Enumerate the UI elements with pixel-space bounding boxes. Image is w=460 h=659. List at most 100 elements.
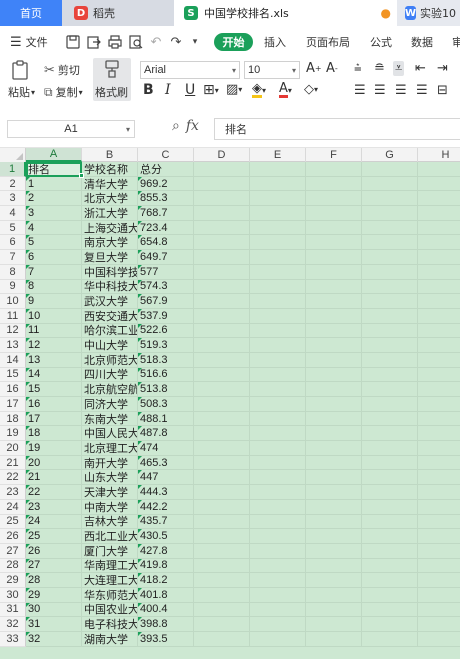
cell-b[interactable]: 西安交通大学 (82, 308, 138, 324)
row-header[interactable]: 3 (0, 191, 26, 207)
cell-c[interactable]: 398.8 (138, 617, 194, 632)
tab-review[interactable]: 审 (452, 26, 460, 58)
empty-cell[interactable] (418, 221, 460, 236)
cell-a[interactable]: 3 (26, 206, 82, 221)
cell-a[interactable]: 17 (26, 411, 82, 427)
empty-cell[interactable] (250, 220, 306, 236)
empty-cell[interactable] (250, 352, 306, 368)
empty-cell[interactable] (306, 543, 362, 559)
empty-cell[interactable] (418, 353, 460, 368)
cell-a[interactable]: 24 (26, 514, 82, 530)
empty-cell[interactable] (418, 235, 460, 251)
empty-cell[interactable] (362, 176, 418, 192)
empty-cell[interactable] (194, 573, 250, 588)
cell-c[interactable]: 537.9 (138, 308, 194, 324)
empty-cell[interactable] (418, 544, 460, 559)
empty-cell[interactable] (418, 632, 460, 647)
formula-input[interactable]: 排名 (214, 118, 460, 140)
cell-a[interactable]: 21 (26, 470, 82, 486)
cell-b[interactable]: 北京师范大学 (82, 352, 138, 368)
empty-cell[interactable] (250, 529, 306, 544)
select-all-corner[interactable] (0, 148, 26, 162)
empty-cell[interactable] (194, 587, 250, 603)
empty-cell[interactable] (306, 323, 362, 339)
cell-b[interactable]: 吉林大学 (82, 514, 138, 530)
empty-cell[interactable] (362, 602, 418, 618)
empty-cell[interactable] (418, 368, 460, 383)
empty-cell[interactable] (362, 485, 418, 500)
cell-a[interactable]: 11 (26, 323, 82, 339)
cell-b[interactable]: 学校名称 (82, 162, 138, 177)
empty-cell[interactable] (194, 191, 250, 207)
cell-b[interactable]: 华中科技大学 (82, 279, 138, 295)
row-header[interactable]: 5 (0, 220, 26, 236)
row-header[interactable]: 32 (0, 617, 26, 632)
cell-c[interactable]: 427.8 (138, 543, 194, 559)
empty-cell[interactable] (250, 455, 306, 471)
empty-cell[interactable] (418, 309, 460, 324)
cell-a[interactable]: 29 (26, 587, 82, 603)
empty-cell[interactable] (362, 587, 418, 603)
row-header[interactable]: 22 (0, 470, 26, 486)
cell-c[interactable]: 855.3 (138, 191, 194, 207)
row-header[interactable]: 4 (0, 206, 26, 221)
empty-cell[interactable] (250, 485, 306, 500)
row-header[interactable]: 21 (0, 455, 26, 471)
column-header[interactable]: H (418, 148, 460, 162)
empty-cell[interactable] (194, 543, 250, 559)
empty-cell[interactable] (194, 235, 250, 251)
empty-cell[interactable] (306, 529, 362, 544)
empty-cell[interactable] (194, 323, 250, 339)
format-painter-button[interactable]: 格式刷 (93, 58, 131, 101)
decrease-indent-icon[interactable]: ⇤ (415, 61, 426, 76)
empty-cell[interactable] (250, 543, 306, 559)
row-header[interactable]: 23 (0, 485, 26, 500)
quick-access-dropdown-icon[interactable]: ▾ (186, 33, 204, 51)
empty-cell[interactable] (362, 573, 418, 588)
row-header[interactable]: 25 (0, 514, 26, 530)
empty-cell[interactable] (306, 514, 362, 530)
cell-a[interactable]: 6 (26, 250, 82, 265)
row-header[interactable]: 28 (0, 558, 26, 574)
empty-cell[interactable] (418, 382, 460, 397)
empty-cell[interactable] (194, 308, 250, 324)
column-header[interactable]: E (250, 148, 306, 162)
empty-cell[interactable] (418, 470, 460, 486)
fill-handle[interactable] (79, 173, 84, 178)
cell-b[interactable]: 电子科技大学 (82, 617, 138, 632)
cell-c[interactable]: 508.3 (138, 397, 194, 412)
empty-cell[interactable] (306, 411, 362, 427)
empty-cell[interactable] (250, 382, 306, 397)
cell-c[interactable]: 487.8 (138, 426, 194, 442)
cell-a[interactable]: 28 (26, 573, 82, 588)
empty-cell[interactable] (418, 162, 460, 177)
cell-a[interactable]: 22 (26, 485, 82, 500)
empty-cell[interactable] (306, 470, 362, 486)
cell-c[interactable]: 474 (138, 441, 194, 456)
empty-cell[interactable] (362, 499, 418, 515)
empty-cell[interactable] (194, 279, 250, 295)
empty-cell[interactable] (194, 206, 250, 221)
empty-cell[interactable] (362, 250, 418, 265)
row-header[interactable]: 14 (0, 352, 26, 368)
cell-b[interactable]: 南京大学 (82, 235, 138, 251)
print-preview-icon[interactable] (127, 33, 145, 51)
row-header[interactable]: 11 (0, 308, 26, 324)
cell-b[interactable]: 哈尔滨工业大学 (82, 323, 138, 339)
cell-a[interactable]: 18 (26, 426, 82, 442)
row-header[interactable]: 19 (0, 426, 26, 442)
tab-data[interactable]: 数据 (411, 26, 433, 58)
empty-cell[interactable] (194, 470, 250, 486)
empty-cell[interactable] (362, 308, 418, 324)
empty-cell[interactable] (250, 338, 306, 353)
cell-a[interactable]: 10 (26, 308, 82, 324)
cell-a[interactable]: 15 (26, 382, 82, 397)
cell-c[interactable]: 654.8 (138, 235, 194, 251)
cell-c[interactable]: 435.7 (138, 514, 194, 530)
empty-cell[interactable] (362, 411, 418, 427)
column-header[interactable]: G (362, 148, 418, 162)
empty-cell[interactable] (362, 264, 418, 280)
cell-b[interactable]: 东南大学 (82, 411, 138, 427)
empty-cell[interactable] (194, 176, 250, 192)
empty-cell[interactable] (418, 191, 460, 207)
